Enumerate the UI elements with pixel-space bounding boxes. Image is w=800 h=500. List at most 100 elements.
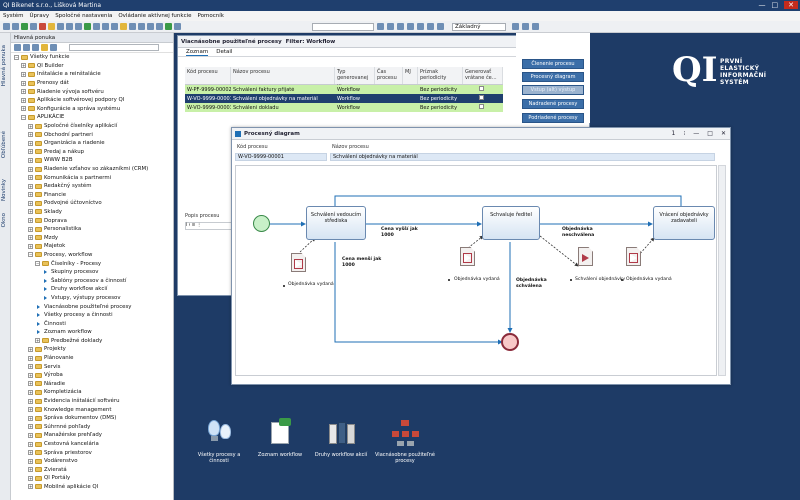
expand-icon[interactable]: + xyxy=(28,166,33,172)
expand-icon[interactable]: + xyxy=(28,381,33,387)
diagram-titlebar[interactable]: Procesný diagram 1 ⁝ — □ ✕ xyxy=(232,128,730,140)
expand-icon[interactable]: + xyxy=(28,149,33,155)
expand-icon[interactable]: + xyxy=(28,132,33,138)
expand-icon[interactable]: + xyxy=(21,71,26,77)
expand-icon[interactable]: + xyxy=(28,183,33,189)
expand-icon[interactable]: + xyxy=(28,209,33,215)
col-name[interactable]: Názov procesu xyxy=(231,67,335,84)
back-icon[interactable] xyxy=(3,23,10,30)
expand-icon[interactable] xyxy=(32,44,39,51)
maximize-button[interactable]: □ xyxy=(772,1,779,9)
menu-item[interactable]: Všetky procesy a činnosti xyxy=(11,311,173,320)
process-breakdown-button[interactable]: Členenie procesu xyxy=(522,59,584,69)
menu-help[interactable]: Pomocník xyxy=(198,13,224,19)
close-button[interactable]: ✕ xyxy=(721,130,726,137)
document-icon[interactable] xyxy=(626,247,641,266)
end-event[interactable] xyxy=(501,333,519,351)
vtab-window[interactable]: Okno xyxy=(1,213,7,227)
menu-item[interactable]: Skupiny procesov xyxy=(11,268,173,277)
menu-item[interactable]: + Projekty xyxy=(11,345,173,354)
document-icon[interactable] xyxy=(291,253,306,272)
child-processes-button[interactable]: Podriadené procesy xyxy=(522,113,584,123)
task-center-approval[interactable]: Schválení vedoucím střediska xyxy=(306,206,366,240)
menu-item[interactable]: + Komunikácia s partnermi xyxy=(11,173,173,182)
expand-icon[interactable]: + xyxy=(28,475,33,481)
menu-item[interactable]: − Všetky funkcie xyxy=(11,53,173,62)
favorite-icon[interactable] xyxy=(41,44,48,51)
menu-edit[interactable]: Úpravy xyxy=(30,13,50,19)
menu-item[interactable]: + Súhrnné pohľady xyxy=(11,423,173,432)
vtab-news[interactable]: Novinky xyxy=(1,179,7,201)
expand-icon[interactable]: + xyxy=(28,415,33,421)
expand-icon[interactable]: + xyxy=(28,398,33,404)
table-row[interactable]: W-PF-9999-00002 Schválení faktury přijaté… xyxy=(185,85,503,94)
expand-icon[interactable]: + xyxy=(28,140,33,146)
menu-item[interactable]: Šablóny procesov a činností xyxy=(11,276,173,285)
menu-item[interactable]: + Manažérske prehľady xyxy=(11,431,173,440)
task-director-approval[interactable]: Schvaluje ředitel xyxy=(482,206,540,240)
expand-icon[interactable]: + xyxy=(28,450,33,456)
menu-item[interactable]: + Zvieratá xyxy=(11,466,173,475)
columns-icon[interactable] xyxy=(417,23,424,30)
expand-icon[interactable]: + xyxy=(28,407,33,413)
table-row[interactable]: W-VO-9999-00001 Schválení objednávky na m… xyxy=(185,94,503,103)
quick-reusable-processes[interactable]: Viacnásobne použiteľné procesy xyxy=(375,418,435,464)
info-icon[interactable] xyxy=(174,23,181,30)
description-toolbar[interactable]: I ⁞ ≡ ⋮ xyxy=(185,222,233,230)
calendar-icon[interactable] xyxy=(138,23,145,30)
menu-item[interactable]: + Vodárenstvo xyxy=(11,457,173,466)
document-icon[interactable] xyxy=(460,247,475,266)
menu-item[interactable]: + Kompletizácia xyxy=(11,388,173,397)
expand-icon[interactable]: + xyxy=(28,192,33,198)
process-diagram-button[interactable]: Procesný diagram xyxy=(522,72,584,82)
parent-processes-button[interactable]: Nadradené procesy xyxy=(522,99,584,109)
menu-system[interactable]: Systém xyxy=(3,13,24,19)
forward-icon[interactable] xyxy=(12,23,19,30)
workflow-icon[interactable] xyxy=(165,23,172,30)
layout-icon[interactable] xyxy=(437,23,444,30)
excel-icon[interactable] xyxy=(84,23,91,30)
expand-icon[interactable]: + xyxy=(28,235,33,241)
expand-icon[interactable]: + xyxy=(28,243,33,249)
menu-item[interactable]: − APLIKÁCIE xyxy=(11,113,173,122)
quick-workflow-list[interactable]: Zoznam workflow xyxy=(250,418,310,458)
menu-item[interactable]: Zoznam workflow xyxy=(11,328,173,337)
expand-icon[interactable]: + xyxy=(28,364,33,370)
expand-icon[interactable]: + xyxy=(21,106,26,112)
vtab-favorites[interactable]: Obľúbené xyxy=(1,131,7,158)
expand-icon[interactable]: + xyxy=(28,458,33,464)
col-type[interactable]: Typ generovanej ... xyxy=(335,67,375,87)
vtab-main-menu[interactable]: Hlavná ponuka xyxy=(1,45,7,86)
add-icon[interactable] xyxy=(21,23,28,30)
menu-item[interactable]: Druhy workflow akcií xyxy=(11,285,173,294)
expand-icon[interactable]: + xyxy=(28,123,33,129)
diagram-canvas[interactable]: Schválení vedoucím střediska Schvaluje ř… xyxy=(235,165,717,376)
menu-item[interactable]: + Riadenie vzťahov so zákazníkmi (CRM) xyxy=(11,165,173,174)
toolbar-search-input[interactable] xyxy=(312,23,374,31)
menu-item[interactable]: Viacnásobne použiteľné procesy xyxy=(11,302,173,311)
menu-item[interactable]: + Redakčný systém xyxy=(11,182,173,191)
menu-item[interactable]: + Predbežné doklady xyxy=(11,337,173,346)
layout-reset-icon[interactable] xyxy=(522,23,529,30)
expand-icon[interactable]: + xyxy=(28,175,33,181)
group-icon[interactable] xyxy=(427,23,434,30)
maximize-button[interactable]: □ xyxy=(707,130,713,137)
menu-item[interactable]: + Náradie xyxy=(11,380,173,389)
task-return-order[interactable]: Vrácení objednávky zadavateli xyxy=(653,206,715,240)
col-time[interactable]: Čas procesu xyxy=(375,67,403,84)
menu-item[interactable]: + Mobilné aplikácie QI xyxy=(11,483,173,492)
menu-item[interactable]: − Číselníky - Procesy xyxy=(11,259,173,268)
expand-icon[interactable]: + xyxy=(28,467,33,473)
expand-icon[interactable]: + xyxy=(21,63,26,69)
col-periodicity[interactable]: Príznak periodicity xyxy=(418,67,463,84)
document-icon[interactable] xyxy=(578,247,593,266)
menu-item[interactable]: Vstupy, výstupy procesov xyxy=(11,294,173,303)
menu-item[interactable]: + Aplikácie softvérovej podpory QI xyxy=(11,96,173,105)
quick-workflow-actions[interactable]: Druhy workflow akcií xyxy=(311,418,371,458)
menu-item[interactable]: + Mzdy xyxy=(11,233,173,242)
menu-item[interactable]: + Doprava xyxy=(11,216,173,225)
menu-item[interactable]: + WWW B2B xyxy=(11,156,173,165)
expand-icon[interactable]: + xyxy=(21,97,26,103)
menu-item[interactable]: − Procesy, workflow xyxy=(11,251,173,260)
sort-desc-icon[interactable] xyxy=(407,23,414,30)
